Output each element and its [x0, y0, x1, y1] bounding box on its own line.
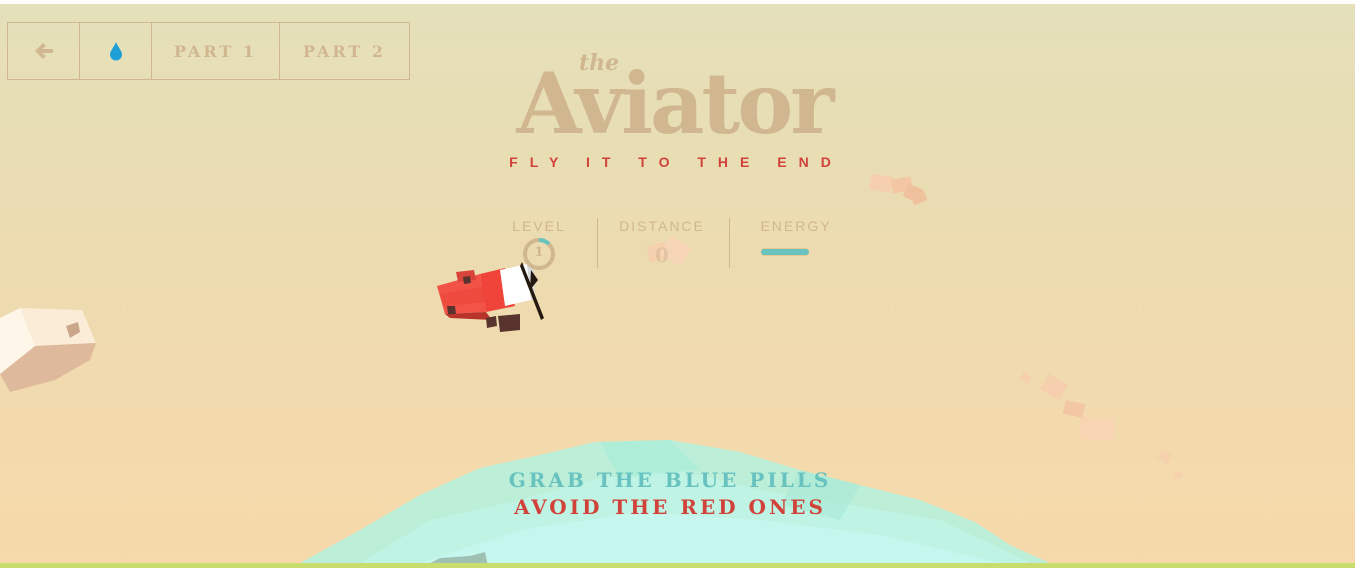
level-label: LEVEL — [512, 218, 566, 234]
distance-value: 0 — [655, 243, 669, 267]
arrow-left-icon — [34, 43, 53, 59]
water-drop-button[interactable] — [80, 23, 152, 79]
cloud-top-right — [868, 173, 928, 206]
distance-label: DISTANCE — [619, 218, 705, 234]
cloud-right — [1019, 372, 1182, 478]
water-drop-icon — [109, 42, 122, 61]
score-divider — [597, 218, 598, 268]
energy-bar — [761, 249, 809, 255]
airplane — [437, 262, 544, 332]
cloud-left — [0, 308, 96, 392]
nav-bar: PART 1 PART 2 — [7, 22, 410, 80]
page-title: Aviator — [516, 54, 835, 153]
instruction-blue-pills: GRAB THE BLUE PILLS — [508, 468, 832, 492]
back-button[interactable] — [8, 23, 80, 79]
page-subtitle: FLY IT TO THE END — [509, 154, 843, 170]
score-divider — [729, 218, 730, 268]
ground-strip — [0, 563, 1355, 568]
level-value: 1 — [534, 245, 544, 260]
energy-meter — [761, 248, 809, 256]
part-2-link[interactable]: PART 2 — [280, 23, 409, 79]
instruction-red-pills: AVOID THE RED ONES — [514, 495, 826, 519]
energy-label: ENERGY — [760, 218, 832, 234]
part-1-link[interactable]: PART 1 — [152, 23, 280, 79]
